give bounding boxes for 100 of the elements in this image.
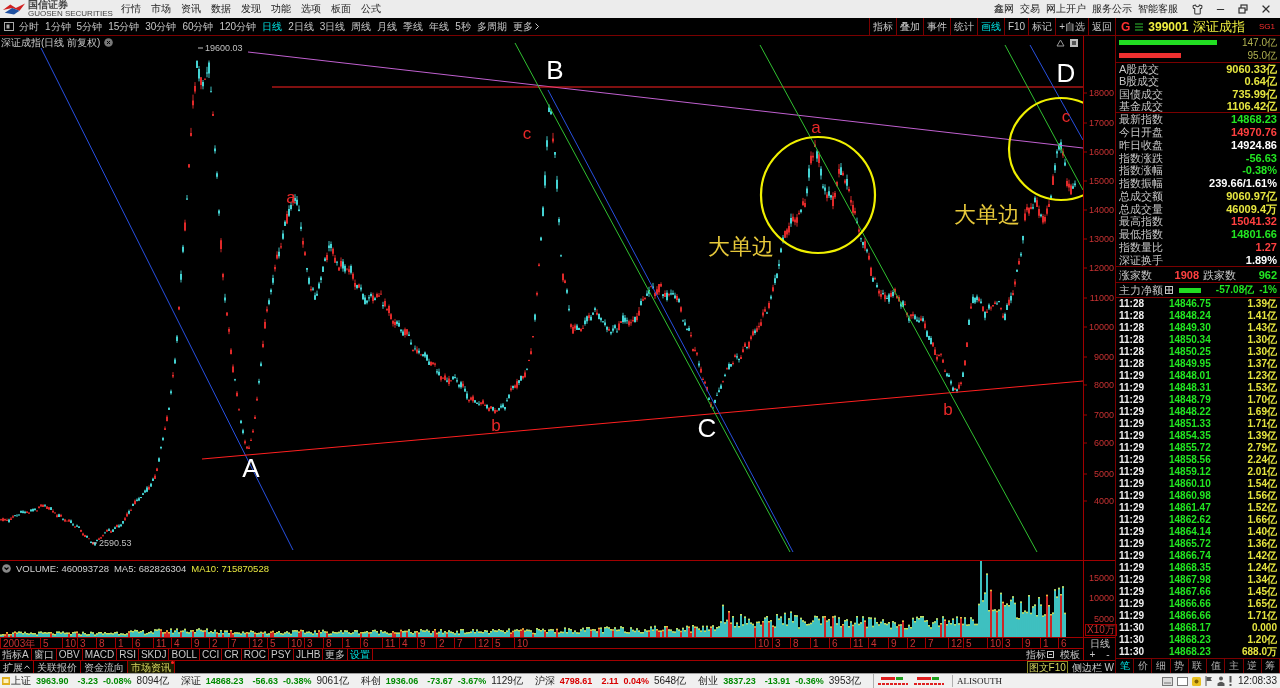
indicator-tab[interactable]: 更多: [323, 649, 349, 660]
tool-tab[interactable]: 画线: [976, 18, 1004, 35]
header-link[interactable]: 智能客服: [1138, 2, 1178, 16]
indicator-tab[interactable]: 窗口: [31, 649, 57, 660]
period-tab[interactable]: 1分钟: [45, 19, 71, 34]
indicator-tab[interactable]: MACD: [82, 649, 118, 660]
header-link[interactable]: 网上开户: [1046, 2, 1086, 16]
tool-tab[interactable]: 叠加: [895, 18, 923, 35]
stat-label: 指数量比: [1119, 240, 1163, 253]
window-icon[interactable]: [1177, 676, 1189, 686]
flag-icon[interactable]: [1205, 676, 1214, 686]
period-tab[interactable]: 更多: [512, 19, 539, 34]
menu-item[interactable]: 板面: [326, 2, 356, 16]
square-icon[interactable]: [1070, 39, 1078, 47]
period-tab[interactable]: 2日线: [288, 19, 314, 34]
grid-icon[interactable]: [1165, 286, 1173, 294]
alert-icon[interactable]: [1229, 676, 1233, 686]
tool-tab[interactable]: +自选: [1055, 18, 1088, 35]
chart-title: 深证成指(日线 前复权): [1, 37, 101, 48]
date-axis-label: 9: [420, 638, 426, 648]
indicator-tab[interactable]: BOLL: [169, 649, 201, 660]
period-tab[interactable]: 30分钟: [145, 19, 177, 34]
period-tab[interactable]: 分时: [19, 19, 39, 34]
menu-item[interactable]: 公式: [356, 2, 386, 16]
indicator-tab[interactable]: CCI: [200, 649, 223, 660]
indicator-tab[interactable]: ROC: [241, 649, 269, 660]
menu-item[interactable]: 发现: [236, 2, 266, 16]
menu-icon[interactable]: [1135, 22, 1144, 31]
indicator-tab[interactable]: JLHB: [294, 649, 324, 660]
tool-tab[interactable]: 标记: [1028, 18, 1056, 35]
tick-price: 14849.30: [1169, 322, 1211, 334]
indicator-tab[interactable]: 设置: [348, 649, 374, 660]
period-tab[interactable]: 月线: [377, 19, 398, 34]
period-tab[interactable]: 多周期: [476, 19, 507, 34]
close-circle-icon[interactable]: [104, 38, 114, 47]
volume-axis-label: 5000: [1093, 614, 1114, 624]
indicator-tab[interactable]: RSI: [117, 649, 139, 660]
indicator-tab[interactable]: PSY: [269, 649, 294, 660]
tick-time: 11:28: [1119, 334, 1146, 346]
close-icon[interactable]: [1260, 3, 1272, 15]
period-tab[interactable]: 60分钟: [182, 19, 214, 34]
index-name[interactable]: 科创: [360, 675, 381, 687]
tool-tab[interactable]: F10: [1003, 18, 1029, 35]
tick-price: 14848.24: [1169, 310, 1211, 322]
menu-item[interactable]: 行情: [116, 2, 146, 16]
menu-item[interactable]: 数据: [206, 2, 236, 16]
zoom-button[interactable]: -: [1104, 649, 1112, 660]
stat-value: 0.64亿: [1244, 75, 1277, 88]
period-tab[interactable]: 年线: [429, 19, 450, 34]
person-icon[interactable]: [1217, 676, 1226, 686]
menu-item[interactable]: 选项: [296, 2, 326, 16]
date-axis-label: 12: [478, 638, 490, 648]
indicator-tab[interactable]: CR: [222, 649, 242, 660]
tool-tab[interactable]: 指标: [868, 18, 896, 35]
decliners-label: 跌家数: [1203, 268, 1237, 281]
extension-tab[interactable]: 市场资讯: [128, 661, 175, 673]
menu-item[interactable]: 功能: [266, 2, 296, 16]
index-name[interactable]: 沪深: [534, 675, 555, 687]
period-tab[interactable]: 15分钟: [108, 19, 140, 34]
tick-time: 11:30: [1119, 634, 1146, 646]
tool-tab[interactable]: 事件: [922, 18, 950, 35]
tick-price: 14868.23: [1169, 634, 1211, 646]
panel-toggle-icon[interactable]: [4, 22, 14, 31]
index-name[interactable]: 上证: [11, 675, 31, 687]
zoom-button[interactable]: +: [1087, 649, 1098, 660]
stat-label: 最新指数: [1119, 113, 1163, 126]
period-tab[interactable]: 5秒: [455, 19, 471, 34]
index-name[interactable]: 深证: [180, 675, 201, 687]
indicator-tab[interactable]: SKDJ: [138, 649, 170, 660]
tool-tab[interactable]: 统计: [949, 18, 977, 35]
chart-annotation: c: [522, 123, 532, 143]
indicator-tab[interactable]: OBV: [56, 649, 83, 660]
restore-icon[interactable]: [1238, 4, 1248, 14]
stat-label: 最高指数: [1119, 215, 1163, 228]
date-axis-label: 5: [43, 638, 49, 648]
index-name[interactable]: 创业: [698, 675, 719, 687]
index-value: 14868.23: [205, 675, 244, 687]
tick-amount: 2.79亿: [1247, 442, 1277, 454]
period-tab[interactable]: 3日线: [319, 19, 346, 34]
badge-icon[interactable]: [1192, 676, 1202, 686]
header-link[interactable]: 交易: [1020, 2, 1040, 16]
triangle-icon[interactable]: [1056, 39, 1065, 47]
indicator-tool[interactable]: 指标: [1026, 649, 1054, 660]
menu-item[interactable]: 资讯: [176, 2, 206, 16]
header-link[interactable]: 服务公示: [1092, 2, 1132, 16]
header-link[interactable]: 鑫网: [994, 2, 1014, 16]
indicator-tool[interactable]: 模板: [1060, 649, 1080, 660]
period-tab[interactable]: 120分钟: [219, 19, 257, 34]
indicator-tab[interactable]: 指标A: [0, 649, 32, 660]
market-code: G: [1121, 19, 1131, 34]
period-tab[interactable]: 日线: [262, 19, 283, 34]
shirt-icon[interactable]: [1192, 3, 1203, 15]
period-tab[interactable]: 5分钟: [76, 19, 103, 34]
price-axis-label: 15000: [1088, 176, 1114, 186]
monitor-icon[interactable]: [1162, 676, 1174, 686]
side-link[interactable]: 侧边栏 W: [1071, 661, 1114, 673]
chart-annotation: 大单边: [708, 233, 774, 259]
period-tab[interactable]: 周线: [351, 19, 372, 34]
menu-item[interactable]: 市场: [146, 2, 176, 16]
period-tab[interactable]: 季线: [403, 19, 424, 34]
